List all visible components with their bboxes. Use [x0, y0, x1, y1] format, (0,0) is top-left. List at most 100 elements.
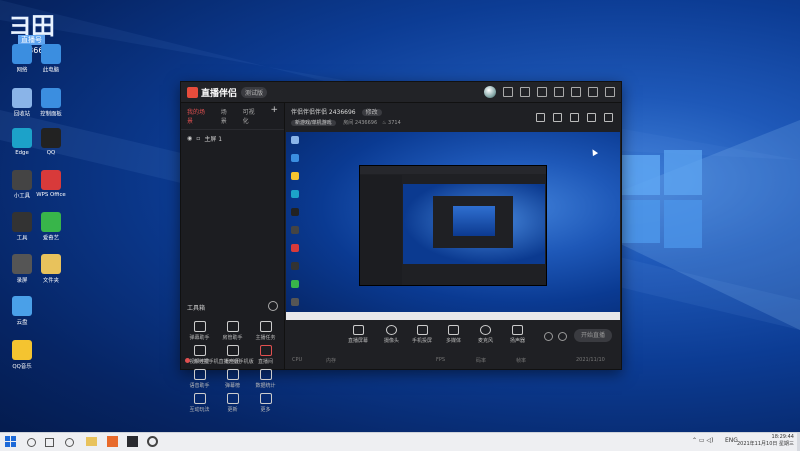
- tools-heading: 工具箱: [187, 305, 206, 312]
- tool-item[interactable]: 互动玩法: [183, 393, 216, 413]
- left-panel: 我的场景 场景 可视化 + ◉ ▫ 主屏 1 工具箱 弹幕助手 房管助手 主播任务视…: [181, 103, 285, 413]
- status-fps: FPS: [436, 357, 446, 363]
- windows-taskbar: ⌃ ▭ ◁) ENG 18:29:44 2021年11月10日 星期三: [0, 432, 800, 451]
- add-scene-icon[interactable]: +: [270, 106, 278, 125]
- desktop-icon[interactable]: 控制面板: [34, 88, 68, 118]
- status-framerate: 帧率: [516, 358, 527, 364]
- gift-icon[interactable]: [536, 113, 545, 122]
- edit-title-button[interactable]: 修改: [361, 109, 382, 116]
- skin-icon[interactable]: [520, 87, 530, 97]
- control-mic[interactable]: 麦克风: [478, 325, 493, 344]
- message-icon[interactable]: [503, 87, 513, 97]
- minimize-icon[interactable]: [571, 87, 581, 97]
- desktop-icon[interactable]: 云盘: [5, 296, 39, 326]
- tab-scenes[interactable]: 场景: [221, 107, 233, 125]
- app-icon: [12, 170, 32, 190]
- desktop-icon[interactable]: 此电脑: [34, 44, 68, 74]
- control-camera-label: 摄像头: [384, 338, 400, 344]
- control-mic-label: 麦克风: [478, 338, 494, 344]
- tool-item[interactable]: 主播任务: [249, 321, 282, 341]
- tool-label: 互动玩法: [189, 407, 210, 413]
- app-icon: [12, 340, 32, 360]
- clock-date: 2021年11月10日 星期三: [736, 441, 794, 447]
- lock-icon[interactable]: ▫: [196, 135, 200, 142]
- tab-my-scenes[interactable]: 我的场景: [187, 107, 211, 125]
- notice-bar[interactable]: 你可把手机直播开启手机版: [185, 358, 254, 365]
- tool-label: 弹幕榜: [224, 383, 240, 389]
- tool-item[interactable]: 数据统计: [249, 369, 282, 389]
- desktop-icon[interactable]: WPS Office: [34, 170, 68, 198]
- file-explorer-icon[interactable]: [86, 437, 97, 446]
- preview-taskbar: [286, 312, 620, 320]
- tool-item[interactable]: 弹幕助手: [183, 321, 216, 341]
- app-icon: [41, 88, 61, 108]
- control-speaker[interactable]: 扬声器: [510, 325, 525, 344]
- app-icon: [12, 128, 32, 148]
- app-icon: [41, 128, 61, 148]
- tool-item[interactable]: 更新: [216, 393, 249, 413]
- control-camera[interactable]: 摄像头: [384, 325, 399, 344]
- menu-icon[interactable]: [554, 87, 564, 97]
- tool-label: 更新: [227, 407, 238, 413]
- record-icon[interactable]: [544, 332, 553, 341]
- room-label: 房间: [343, 120, 354, 126]
- taskbar-live-app-icon[interactable]: [127, 436, 138, 447]
- maximize-icon[interactable]: [588, 87, 598, 97]
- tool-item[interactable]: 语音助手: [183, 369, 216, 389]
- share-icon[interactable]: [604, 113, 613, 122]
- user-avatar[interactable]: [484, 86, 496, 98]
- tool-label: 房管助手: [222, 335, 243, 341]
- tool-item[interactable]: 弹幕榜: [216, 369, 249, 389]
- start-live-button[interactable]: 开始直播: [574, 329, 612, 342]
- tool-item[interactable]: 更多: [249, 393, 282, 413]
- cortana-icon[interactable]: [65, 438, 74, 447]
- search-icon[interactable]: [27, 438, 36, 447]
- eye-icon[interactable]: ◉: [187, 135, 192, 142]
- desktop-icon[interactable]: 文件夹: [34, 254, 68, 284]
- lock-room-icon[interactable]: [553, 113, 562, 122]
- tools-grid: 弹幕助手 房管助手 主播任务 视频连麦 粉丝团 直播间 语音助手 弹幕榜 数据统计 互动玩法 更新更…: [183, 321, 282, 413]
- desktop-icon[interactable]: QQ音乐: [5, 340, 39, 370]
- taskbar-app-1-icon[interactable]: [107, 436, 118, 447]
- tray-icons[interactable]: ⌃ ▭ ◁): [692, 437, 713, 444]
- screen-icon[interactable]: [570, 113, 579, 122]
- taskbar-clock[interactable]: 18:29:44 2021年11月10日 星期三: [737, 434, 794, 448]
- desktop-icon-label: 爱奇艺: [42, 235, 60, 242]
- stream-title: 伴侣伴侣伴侣 2436696: [291, 109, 356, 116]
- live-streaming-app-window[interactable]: 直播伴侣 测试版 我的场景 场景 可视化 + ◉ ▫ 主屏 1 工具箱 弹幕助手…: [180, 81, 622, 413]
- start-button[interactable]: [5, 436, 16, 447]
- category-button[interactable]: 新游戏/单机游戏: [291, 120, 336, 126]
- tool-icon: [259, 369, 272, 380]
- task-view-icon[interactable]: [45, 438, 54, 447]
- app-icon: [12, 254, 32, 274]
- desktop-icon-label: QQ音乐: [12, 363, 32, 370]
- room-id: 2436696: [354, 120, 378, 126]
- scene-item[interactable]: ◉ ▫ 主屏 1: [181, 130, 284, 147]
- bell-icon[interactable]: [587, 113, 596, 122]
- desktop-icon-label: 网络: [16, 67, 28, 74]
- desktop-icon-label: 录屏: [16, 277, 28, 284]
- version-badge[interactable]: 测试版: [241, 86, 268, 98]
- desktop-icon[interactable]: QQ: [34, 128, 68, 156]
- tools-more-icon[interactable]: [268, 301, 278, 311]
- close-icon[interactable]: [605, 87, 615, 97]
- stream-preview[interactable]: [286, 132, 620, 320]
- control-screen[interactable]: 直播屏幕: [348, 325, 368, 344]
- phone-icon: [416, 325, 428, 335]
- control-phone-cast[interactable]: 手机投屏: [412, 325, 432, 344]
- tool-icon: [193, 369, 206, 380]
- taskbar-app-3-icon[interactable]: [147, 436, 158, 447]
- settings-icon[interactable]: [537, 87, 547, 97]
- tool-item[interactable]: 房管助手: [216, 321, 249, 341]
- control-media[interactable]: 多媒体: [446, 325, 461, 344]
- tool-icon: [193, 345, 206, 356]
- desktop-icon[interactable]: 爱奇艺: [34, 212, 68, 242]
- preview-desktop-icons: [289, 136, 311, 320]
- tool-label: 直播间: [257, 359, 273, 365]
- status-date: 2021/11/10: [576, 357, 605, 363]
- stream-settings-icon[interactable]: [558, 332, 567, 341]
- tab-visual[interactable]: 可视化: [243, 107, 261, 125]
- tool-icon: [259, 345, 272, 356]
- speaker-icon: [512, 325, 523, 335]
- app-titlebar[interactable]: 直播伴侣 测试版: [181, 82, 621, 103]
